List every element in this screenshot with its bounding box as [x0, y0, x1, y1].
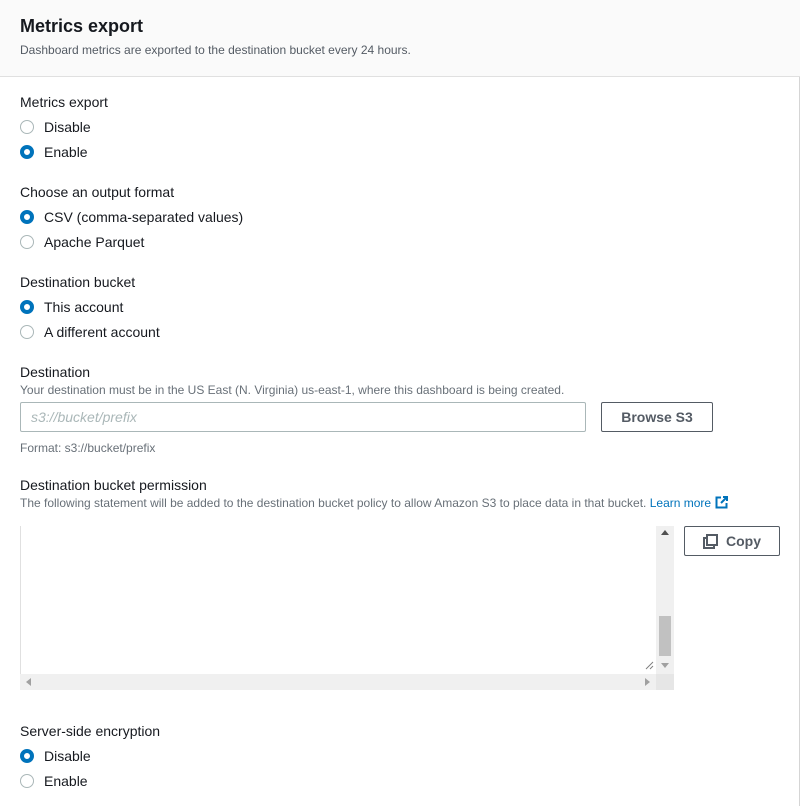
scroll-right-icon[interactable] — [645, 678, 650, 686]
radio-button-icon[interactable] — [20, 774, 34, 788]
output-format-label: Choose an output format — [20, 184, 175, 200]
panel-description: Dashboard metrics are exported to the de… — [20, 43, 411, 57]
destination-bucket-label: Destination bucket — [20, 274, 136, 290]
permission-description: The following statement will be added to… — [20, 496, 729, 510]
encryption-disable-radio[interactable]: Disable — [20, 746, 91, 766]
radio-label: Enable — [44, 773, 88, 789]
scroll-down-icon[interactable] — [661, 663, 669, 668]
radio-button-icon[interactable] — [20, 120, 34, 134]
radio-label: A different account — [44, 324, 160, 340]
radio-button-checked-icon[interactable] — [20, 749, 34, 763]
destination-label: Destination — [20, 364, 91, 380]
copy-icon — [703, 533, 718, 549]
policy-textarea[interactable] — [20, 526, 656, 674]
destination-input[interactable] — [20, 402, 586, 432]
learn-more-link[interactable]: Learn more — [650, 496, 729, 510]
radio-label: Disable — [44, 748, 91, 764]
radio-button-icon[interactable] — [20, 235, 34, 249]
radio-button-checked-icon[interactable] — [20, 210, 34, 224]
radio-label: Apache Parquet — [44, 234, 145, 250]
external-link-icon[interactable] — [715, 496, 729, 509]
browse-s3-button[interactable]: Browse S3 — [601, 402, 713, 432]
scrollbar-corner — [656, 674, 674, 690]
radio-label: Disable — [44, 119, 91, 135]
encryption-enable-radio[interactable]: Enable — [20, 771, 88, 791]
vertical-scrollbar[interactable] — [656, 526, 674, 674]
output-format-parquet-radio[interactable]: Apache Parquet — [20, 232, 144, 252]
learn-more-text[interactable]: Learn more — [650, 496, 711, 510]
scroll-up-icon[interactable] — [661, 530, 669, 535]
copy-label: Copy — [726, 533, 761, 549]
encryption-label: Server-side encryption — [20, 723, 161, 739]
horizontal-scrollbar[interactable] — [20, 674, 656, 690]
metrics-export-label: Metrics export — [20, 94, 108, 110]
resize-handle-icon[interactable] — [644, 660, 654, 670]
output-format-csv-radio[interactable]: CSV (comma-separated values) — [20, 207, 243, 227]
radio-button-checked-icon[interactable] — [20, 300, 34, 314]
metrics-export-panel: Metrics export Dashboard metrics are exp… — [0, 0, 800, 806]
scroll-thumb[interactable] — [659, 616, 671, 656]
scroll-left-icon[interactable] — [26, 678, 31, 686]
copy-button[interactable]: Copy — [684, 526, 780, 556]
radio-label: Enable — [44, 144, 88, 160]
metrics-export-disable-radio[interactable]: Disable — [20, 117, 91, 137]
destination-format-hint: Format: s3://bucket/prefix — [20, 441, 156, 455]
radio-label: This account — [44, 299, 124, 315]
permission-description-text: The following statement will be added to… — [20, 496, 647, 510]
panel-header: Metrics export Dashboard metrics are exp… — [0, 0, 800, 77]
panel-title: Metrics export — [20, 16, 144, 36]
radio-button-icon[interactable] — [20, 325, 34, 339]
metrics-export-enable-radio[interactable]: Enable — [20, 142, 88, 162]
destination-description: Your destination must be in the US East … — [20, 383, 565, 397]
permission-label: Destination bucket permission — [20, 477, 207, 493]
radio-label: CSV (comma-separated values) — [44, 209, 244, 225]
destination-this-account-radio[interactable]: This account — [20, 297, 123, 317]
radio-button-checked-icon[interactable] — [20, 145, 34, 159]
policy-textarea-container — [20, 526, 674, 690]
destination-different-account-radio[interactable]: A different account — [20, 322, 160, 342]
